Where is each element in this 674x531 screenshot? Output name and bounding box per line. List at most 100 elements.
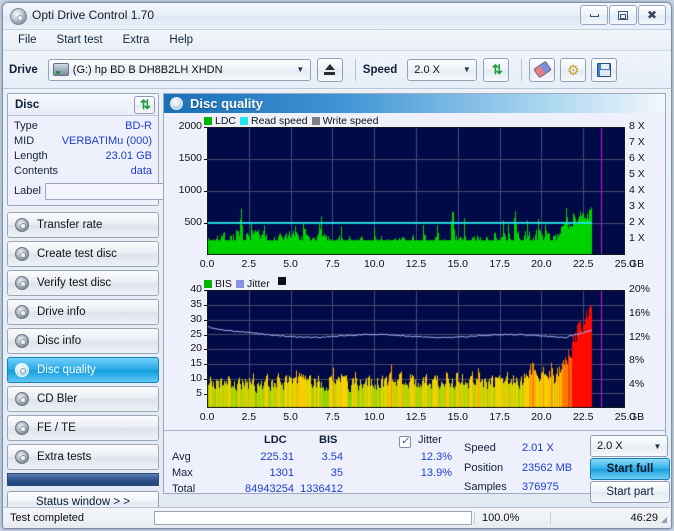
close-icon: ✖ — [647, 9, 657, 21]
page-title: Disc quality — [190, 96, 263, 111]
stats-header-bis: BIS — [319, 434, 337, 446]
legend-swatch-icon — [240, 117, 248, 125]
menu-help[interactable]: Help — [160, 32, 202, 48]
y-tick-label: 2000 — [166, 120, 202, 132]
eject-button[interactable] — [317, 58, 343, 82]
drive-select[interactable]: (G:) hp BD B DH8B2LH XHDN ▼ — [48, 59, 311, 81]
disc-quality-icon — [170, 97, 183, 110]
refresh-button[interactable]: ⇅ — [483, 58, 509, 82]
stats-max-ldc: 1301 — [242, 467, 294, 479]
start-part-button[interactable]: Start part — [590, 481, 670, 503]
x-tick-label: 15.0 — [444, 258, 472, 270]
legend-label: BIS — [215, 278, 232, 290]
x-tick-label: 10.0 — [360, 258, 388, 270]
y2-tick-label: 1 X — [629, 232, 645, 244]
clear-button[interactable] — [529, 58, 555, 82]
x-tick-label: 7.5 — [318, 411, 346, 423]
speed-select[interactable]: 2.0 X ▼ — [407, 59, 477, 81]
speed-select-value: 2.0 X — [410, 64, 459, 76]
x-tick-label: 12.5 — [402, 411, 430, 423]
menu-start-test[interactable]: Start test — [48, 32, 112, 48]
x-tick-label: 10.0 — [360, 411, 388, 423]
settings-button[interactable]: ⚙ — [560, 58, 586, 82]
y2-tick-label: 12% — [629, 331, 650, 343]
sidebar-item-drive-info[interactable]: Drive info — [7, 299, 159, 325]
minimize-button[interactable] — [580, 5, 608, 25]
x-axis-unit-label: GB — [629, 258, 644, 270]
y-tick — [204, 379, 207, 380]
toolbar-divider-2 — [521, 59, 522, 81]
y-tick-label: 20 — [166, 342, 202, 354]
disc-row-contents: Contents data — [14, 164, 152, 179]
y-tick — [204, 159, 207, 160]
sidebar-item-extra-tests[interactable]: Extra tests — [7, 444, 159, 470]
menu-file[interactable]: File — [9, 32, 46, 48]
bis-plot-area[interactable]: 5101520253035404%8%12%16%20%0.02.55.07.5… — [166, 290, 663, 430]
y-tick-label: 15 — [166, 357, 202, 369]
stats-max-bis: 35 — [301, 467, 343, 479]
legend-swatch-icon — [204, 117, 212, 125]
disc-value: data — [131, 164, 152, 179]
y-tick-label: 10 — [166, 372, 202, 384]
legend-label: Read speed — [251, 115, 308, 127]
y2-tick-label: 6 X — [629, 152, 645, 164]
legend-item-read-speed: Read speed — [240, 115, 308, 127]
close-button[interactable]: ✖ — [638, 5, 666, 25]
disc-label-key: Label — [14, 185, 41, 197]
content-area: Disc ⇅ Type BD-R MID VERBATIMu (000) Len… — [3, 89, 671, 494]
stats-samples-value: 376975 — [522, 481, 559, 493]
menu-extra[interactable]: Extra — [114, 32, 159, 48]
ldc-plot-area[interactable]: 5001000150020001 X2 X3 X4 X5 X6 X7 X8 X0… — [166, 127, 663, 277]
y2-tick-label: 3 X — [629, 200, 645, 212]
disc-refresh-button[interactable]: ⇅ — [134, 96, 155, 114]
refresh-icon: ⇅ — [140, 97, 149, 113]
y-tick — [204, 364, 207, 365]
sidebar-item-label: FE / TE — [37, 422, 76, 434]
disc-value: BD-R — [125, 119, 152, 134]
bis-canvas[interactable] — [207, 290, 625, 408]
sidebar-item-disc-info[interactable]: Disc info — [7, 328, 159, 354]
speed-label: Speed — [363, 64, 398, 76]
save-button[interactable] — [591, 58, 617, 82]
title-bar: Opti Drive Control 1.70 ✖ — [3, 3, 671, 30]
disc-value: VERBATIMu (000) — [62, 134, 152, 149]
x-tick-label: 12.5 — [402, 258, 430, 270]
disc-icon — [15, 421, 29, 435]
jitter-checkbox[interactable]: ✓ — [399, 433, 411, 448]
drive-icon — [53, 63, 69, 76]
y-tick — [204, 335, 207, 336]
sidebar-item-disc-quality[interactable]: Disc quality — [7, 357, 159, 383]
status-bar: Test completed 100.0% 46:29 ◢ — [4, 507, 670, 527]
drive-toolbar: Drive (G:) hp BD B DH8B2LH XHDN ▼ Speed … — [3, 51, 671, 89]
y-tick-label: 40 — [166, 283, 202, 295]
test-speed-select[interactable]: 2.0 X ▼ — [590, 435, 668, 457]
disc-panel: Disc ⇅ Type BD-R MID VERBATIMu (000) Len… — [7, 93, 159, 206]
start-full-button[interactable]: Start full — [590, 458, 670, 480]
y2-tick-label: 8 X — [629, 120, 645, 132]
elapsed-time: 46:29 — [550, 512, 670, 524]
disc-icon — [15, 450, 29, 464]
sidebar-item-label: CD Bler — [37, 393, 77, 405]
drive-select-value: (G:) hp BD B DH8B2LH XHDN — [69, 64, 293, 76]
maximize-button[interactable] — [609, 5, 637, 25]
y2-tick-label: 2 X — [629, 216, 645, 228]
marker-dash-icon — [278, 277, 286, 285]
x-axis-unit-label: GB — [629, 411, 644, 423]
legend-swatch-icon — [312, 117, 320, 125]
disc-key: Length — [14, 149, 48, 164]
resize-grip-icon[interactable]: ◢ — [661, 515, 667, 524]
sidebar-item-transfer-rate[interactable]: Transfer rate — [7, 212, 159, 238]
stats-avg-bis: 3.54 — [301, 451, 343, 463]
sidebar-item-create-test-disc[interactable]: Create test disc — [7, 241, 159, 267]
legend-item-jitter: Jitter — [236, 278, 270, 290]
disc-icon — [15, 276, 29, 290]
sidebar-item-cd-bler[interactable]: CD Bler — [7, 386, 159, 412]
stats-speed-label: Speed — [464, 442, 496, 454]
disc-info-rows: Type BD-R MID VERBATIMu (000) Length 23.… — [8, 116, 158, 205]
disc-key: Type — [14, 119, 38, 134]
sidebar-item-fe-te[interactable]: FE / TE — [7, 415, 159, 441]
stats-row-avg-label: Avg — [172, 451, 191, 463]
ldc-canvas[interactable] — [207, 127, 625, 255]
test-speed-value: 2.0 X — [593, 440, 650, 452]
sidebar-item-verify-test-disc[interactable]: Verify test disc — [7, 270, 159, 296]
